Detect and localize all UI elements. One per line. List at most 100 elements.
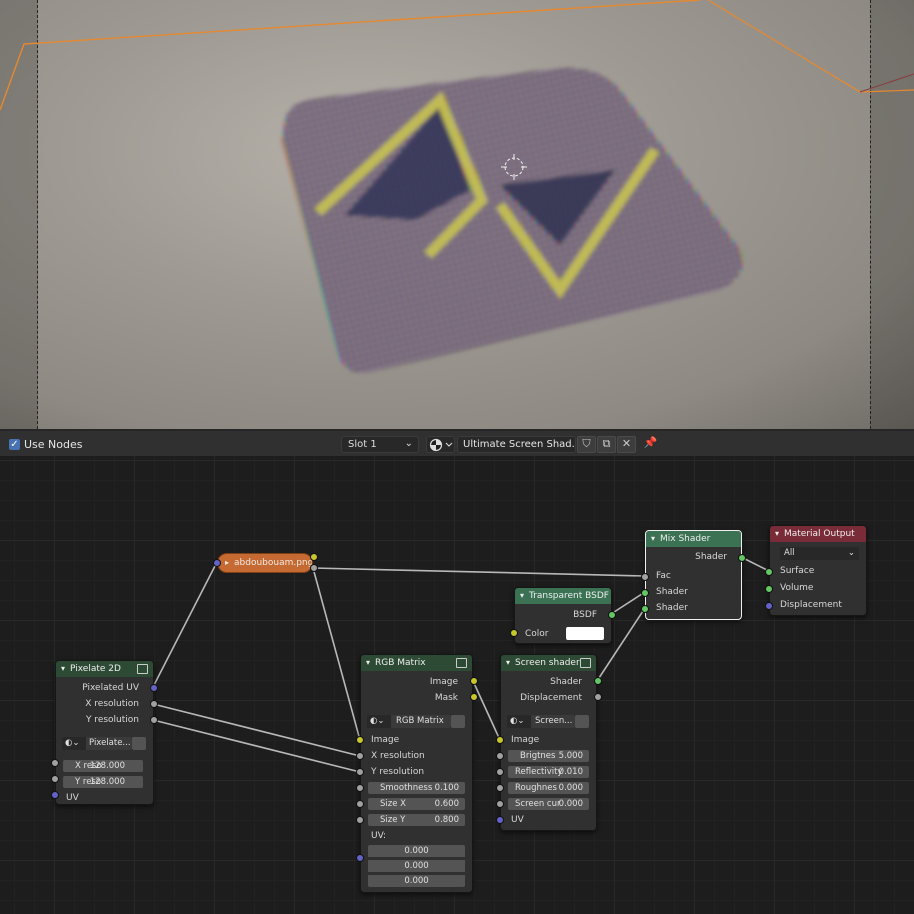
rgb-matrix-node-title: RGB Matrix <box>375 658 426 668</box>
reflectivity-field[interactable]: Reflectivity 0.010 <box>508 766 589 778</box>
smoothness-socket[interactable] <box>356 784 364 792</box>
image-vector-socket[interactable] <box>213 559 221 567</box>
uv-x-field[interactable]: 0.000 <box>368 845 465 857</box>
fake-user-shield-icon[interactable] <box>132 737 146 750</box>
slot-dropdown[interactable]: Slot 1 ⌄ <box>341 436 419 453</box>
color-swatch[interactable] <box>566 627 604 640</box>
material-name-field[interactable]: Ultimate Screen Shad... <box>457 436 576 453</box>
screen-curvature-field[interactable]: Screen cur 0.000 <box>508 798 589 810</box>
transparent-bsdf-node[interactable]: Transparent BSDF BSDF Color <box>514 587 612 644</box>
material-output-node[interactable]: Material Output All ⌄ Surface Volume Dis… <box>769 525 867 616</box>
brightness-socket[interactable] <box>496 752 504 760</box>
fake-user-shield-icon[interactable] <box>575 715 589 728</box>
field-label: Size Y <box>380 814 405 826</box>
fake-user-shield-icon[interactable] <box>451 715 465 728</box>
node-group-value: Pixelate... <box>86 737 132 750</box>
shader-a-in-socket[interactable] <box>641 589 649 597</box>
y-reso-field[interactable]: Y reso 128.000 <box>63 776 143 788</box>
screen-shader-node[interactable]: Screen shader Shader Displacement ◐⌄ Scr… <box>500 654 597 831</box>
rgb-matrix-node-header[interactable]: RGB Matrix <box>361 655 472 671</box>
link-yres-to-rgb-yres <box>153 720 360 772</box>
duplicate-material-icon[interactable]: ⧉ <box>597 436 616 453</box>
roughness-socket[interactable] <box>496 784 504 792</box>
pixelated-uv-socket[interactable] <box>150 684 158 692</box>
y-resolution-out-socket[interactable] <box>150 716 158 724</box>
uv-z-field[interactable]: 0.000 <box>368 875 465 887</box>
brightness-field[interactable]: Brigtnes 5.000 <box>508 750 589 762</box>
screen-image-in-socket[interactable] <box>496 736 504 744</box>
pin-icon[interactable]: 📌 <box>641 436 660 453</box>
screen-curvature-socket[interactable] <box>496 800 504 808</box>
surface-in-socket[interactable] <box>765 568 773 576</box>
image-color-socket[interactable] <box>310 553 318 561</box>
transparent-bsdf-header[interactable]: Transparent BSDF <box>515 588 611 604</box>
field-value: 0.000 <box>368 845 465 857</box>
node-editor-canvas[interactable]: abdoubouam.png Pixelate 2D Pixelated UV … <box>0 456 914 914</box>
field-value: 128.000 <box>90 776 125 788</box>
browse-material-button[interactable] <box>426 436 455 453</box>
input-label: Shader <box>656 603 688 613</box>
smoothness-field[interactable]: Smoothness 0.100 <box>368 782 465 794</box>
rgb-image-in-socket[interactable] <box>356 736 364 744</box>
fake-user-shield-icon[interactable]: ⛉ <box>577 436 596 453</box>
3d-viewport[interactable] <box>0 0 914 429</box>
rgb-mask-out-socket[interactable] <box>470 693 478 701</box>
node-group-dropdown[interactable]: ◐⌄ RGB Matrix <box>367 715 451 728</box>
roughness-field[interactable]: Roughnes 0.000 <box>508 782 589 794</box>
unlink-close-icon[interactable]: ✕ <box>617 436 636 453</box>
rgb-yres-in-socket[interactable] <box>356 768 364 776</box>
mix-shader-node[interactable]: Mix Shader Shader Fac Shader Shader <box>645 530 742 620</box>
material-output-header[interactable]: Material Output <box>770 526 866 542</box>
node-group-icon[interactable] <box>137 664 148 674</box>
mix-shader-header[interactable]: Mix Shader <box>646 531 741 547</box>
field-label: Reflectivity <box>515 766 562 778</box>
x-reso-field[interactable]: X reso 128.000 <box>63 760 143 772</box>
mix-shader-out-socket[interactable] <box>738 554 746 562</box>
input-label: Volume <box>780 583 813 593</box>
pixelate-node-header[interactable]: Pixelate 2D <box>56 661 153 677</box>
image-alpha-socket[interactable] <box>310 564 318 572</box>
uv-in-socket[interactable] <box>51 791 59 799</box>
x-resolution-out-socket[interactable] <box>150 700 158 708</box>
screen-uv-socket[interactable] <box>496 816 504 824</box>
screen-displacement-out-socket[interactable] <box>594 693 602 701</box>
uv-y-field[interactable]: 0.000 <box>368 860 465 872</box>
rgb-uv-socket[interactable] <box>356 854 364 862</box>
color-in-socket[interactable] <box>510 629 518 637</box>
target-dropdown[interactable]: All ⌄ <box>780 547 859 560</box>
size-y-socket[interactable] <box>356 816 364 824</box>
field-value: 5.000 <box>559 750 583 762</box>
input-label: UV <box>66 793 79 803</box>
image-texture-node[interactable]: abdoubouam.png <box>217 553 313 573</box>
use-nodes-checkbox[interactable]: ✓ <box>9 439 20 450</box>
field-label: Size X <box>380 798 406 810</box>
pixelate-2d-node[interactable]: Pixelate 2D Pixelated UV X resolution Y … <box>55 660 154 805</box>
rgb-matrix-node[interactable]: RGB Matrix Image Mask ◐⌄ RGB Matrix Imag… <box>360 654 473 893</box>
shader-b-in-socket[interactable] <box>641 605 649 613</box>
output-label: Y resolution <box>86 715 139 725</box>
link-pixelated-uv-to-image <box>153 562 217 687</box>
x-reso-socket[interactable] <box>51 759 59 767</box>
y-reso-socket[interactable] <box>51 775 59 783</box>
displacement-in-socket[interactable] <box>765 602 773 610</box>
node-group-value: RGB Matrix <box>391 715 451 728</box>
screen-shader-node-header[interactable]: Screen shader <box>501 655 596 671</box>
screen-plane <box>282 68 743 373</box>
rgb-image-out-socket[interactable] <box>470 677 478 685</box>
bsdf-out-socket[interactable] <box>608 611 616 619</box>
size-x-socket[interactable] <box>356 800 364 808</box>
node-group-icon[interactable] <box>580 658 591 668</box>
size-x-field[interactable]: Size X 0.600 <box>368 798 465 810</box>
node-group-icon[interactable] <box>456 658 467 668</box>
node-group-dropdown[interactable]: ◐⌄ Pixelate... <box>62 737 132 750</box>
volume-in-socket[interactable] <box>765 585 773 593</box>
output-label: Shader <box>695 552 727 562</box>
node-group-dropdown[interactable]: ◐⌄ Screen... <box>507 715 575 728</box>
field-label: Roughnes <box>515 782 557 794</box>
fac-in-socket[interactable] <box>641 573 649 581</box>
rgb-xres-in-socket[interactable] <box>356 752 364 760</box>
screen-shader-out-socket[interactable] <box>594 677 602 685</box>
reflectivity-socket[interactable] <box>496 768 504 776</box>
field-label: Brigtnes <box>520 750 555 762</box>
size-y-field[interactable]: Size Y 0.800 <box>368 814 465 826</box>
